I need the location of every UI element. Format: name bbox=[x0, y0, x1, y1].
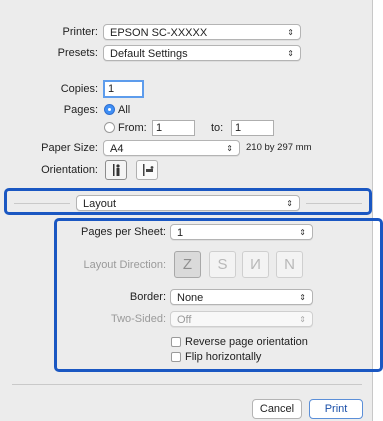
popup-arrow-icon: ⇕ bbox=[287, 49, 294, 58]
pages-all-radio[interactable] bbox=[104, 104, 115, 115]
paper-size-value: A4 bbox=[110, 143, 124, 155]
layout-panel-highlight-box bbox=[54, 218, 383, 372]
presets-label: Presets: bbox=[57, 47, 98, 59]
landscape-icon bbox=[143, 164, 154, 176]
printer-value: EPSON SC-XXXXX bbox=[110, 27, 208, 39]
pages-to-field[interactable]: 1 bbox=[231, 120, 274, 136]
printer-label: Printer: bbox=[62, 26, 98, 38]
presets-value: Default Settings bbox=[110, 48, 188, 60]
copies-field[interactable]: 1 bbox=[103, 80, 144, 98]
orientation-label: Orientation: bbox=[41, 164, 98, 176]
popup-arrow-icon: ⇕ bbox=[287, 28, 294, 37]
pages-from-field[interactable]: 1 bbox=[152, 120, 195, 136]
paper-size-dimensions: 210 by 297 mm bbox=[246, 142, 312, 153]
print-button[interactable]: Print bbox=[309, 399, 363, 419]
pages-from-label: From: bbox=[118, 122, 147, 134]
portrait-icon bbox=[113, 164, 120, 176]
pages-all-label: All bbox=[118, 104, 131, 116]
portrait-orientation-button[interactable] bbox=[105, 160, 127, 180]
section-highlight-box bbox=[4, 188, 372, 215]
presets-popup[interactable]: Default Settings ⇕ bbox=[103, 45, 301, 61]
copies-label: Copies: bbox=[60, 83, 98, 95]
pages-from-radio[interactable] bbox=[104, 122, 115, 133]
landscape-orientation-button[interactable] bbox=[136, 160, 158, 180]
pages-to-label: to: bbox=[211, 122, 224, 134]
bottom-separator bbox=[12, 384, 362, 385]
paper-size-popup[interactable]: A4 ⇕ bbox=[103, 140, 240, 156]
cancel-button[interactable]: Cancel bbox=[252, 399, 302, 419]
paper-size-label: Paper Size: bbox=[41, 142, 98, 154]
pages-label: Pages: bbox=[63, 104, 98, 116]
popup-arrow-icon: ⇕ bbox=[226, 144, 233, 153]
print-dialog: Printer: EPSON SC-XXXXX ⇕ Presets: Defau… bbox=[0, 0, 383, 421]
printer-popup[interactable]: EPSON SC-XXXXX ⇕ bbox=[103, 24, 301, 40]
